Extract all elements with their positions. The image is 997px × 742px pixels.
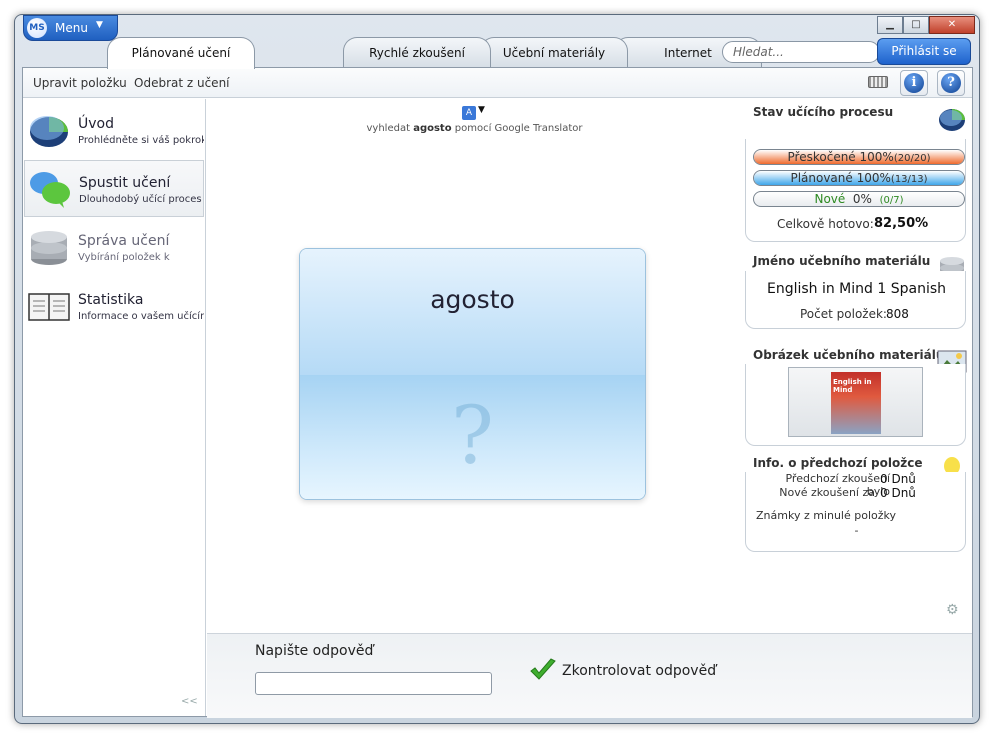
material-cover-frame: English in Mind (788, 367, 923, 437)
planned-progress: Plánované 100%(13/13) (753, 170, 965, 186)
chat-bubbles-icon (30, 172, 70, 208)
flash-card: agosto ? (299, 248, 646, 500)
collapse-sidebar-button[interactable]: << (181, 696, 198, 707)
sidebar: Úvod Prohlédněte si váš pokrok Spustit u… (23, 99, 206, 716)
material-name: English in Mind 1 Spanish (766, 281, 947, 297)
sidebar-item-manage-learning[interactable]: Správa učení Vybírání položek k (24, 219, 204, 276)
content-area: Upravit položku Odebrat z učení i ? Úvod… (22, 67, 973, 718)
check-answer-button[interactable]: Zkontrolovat odpověď (562, 663, 716, 679)
prev-test-value: 0 Dnů (880, 472, 916, 486)
image-heading: Obrázek učebního materiálu (753, 348, 945, 362)
pie-chart-icon (939, 109, 965, 131)
skipped-label: Přeskočené (787, 150, 856, 164)
sidebar-item-title: Správa učení (78, 233, 170, 249)
maximize-button[interactable]: □ (903, 16, 929, 34)
learning-pane: A ▼ vyhledat agosto pomocí Google Transl… (207, 99, 742, 633)
sidebar-item-title: Úvod (78, 116, 114, 132)
skipped-percent: 100% (859, 150, 894, 164)
previous-box: Předchozí zkoušení bylo 0 Dnů Nové zkouš… (745, 472, 966, 552)
chevron-down-icon: ▼ (96, 20, 103, 30)
translate-icon[interactable]: A (462, 106, 476, 120)
tab-label: Rychlé zkoušení (369, 46, 465, 60)
grades-value: - (854, 524, 859, 537)
close-button[interactable]: ✕ (929, 16, 975, 34)
sidebar-item-title: Spustit učení (79, 175, 171, 191)
answer-label: Napište odpověď (255, 643, 374, 659)
answer-input[interactable] (255, 672, 492, 695)
planned-label: Plánované (790, 171, 853, 185)
info-icon: i (904, 73, 924, 93)
tab-label: Internet (664, 46, 712, 60)
minimize-button[interactable]: ▁ (877, 16, 903, 34)
sidebar-item-subtitle: Informace o vašem učícím (78, 311, 204, 322)
card-word: agosto (430, 285, 515, 314)
translate-link[interactable]: vyhledat agosto pomocí Google Translator (207, 123, 742, 134)
item-count-value: 808 (886, 307, 909, 321)
material-box: English in Mind 1 Spanish Počet položek:… (745, 271, 966, 329)
new-count: (0/7) (879, 195, 904, 206)
help-button[interactable]: ? (937, 70, 965, 96)
search-input[interactable]: Hledat... (722, 41, 880, 63)
total-label: Celkově hotovo: (777, 217, 874, 231)
login-button[interactable]: Přihlásit se (877, 38, 971, 65)
info-button[interactable]: i (900, 70, 928, 96)
cover-text: English in Mind (833, 378, 872, 394)
checkmark-icon[interactable] (529, 658, 557, 682)
item-count-label: Počet položek: (800, 307, 887, 321)
next-test-label: Nové zkoušení za (779, 486, 875, 499)
previous-heading: Info. o předchozí položce (753, 456, 923, 470)
sidebar-item-subtitle: Vybírání položek k (78, 252, 170, 263)
tab-label: Učební materiály (502, 46, 606, 60)
new-label: Nové (814, 192, 846, 206)
translate-word: agosto (413, 123, 452, 134)
window-controls: ▁ □ ✕ (877, 16, 975, 36)
remove-from-learning-button[interactable]: Odebrat z učení (134, 76, 230, 90)
tab-quick-test[interactable]: Rychlé zkoušení (343, 37, 491, 68)
grades-label: Známky z minulé položky (756, 509, 897, 522)
planned-count: (13/13) (890, 174, 928, 185)
total-value: 82,50% (874, 216, 929, 231)
keyboard-icon[interactable] (868, 76, 888, 88)
app-logo: MS (27, 18, 47, 38)
book-icon (28, 293, 70, 321)
material-cover-image: English in Mind (831, 372, 881, 434)
menu-button[interactable]: MS Menu ▼ (23, 15, 118, 41)
material-heading: Jméno učebního materiálu (753, 254, 931, 268)
help-icon: ? (941, 73, 961, 93)
status-box: Přeskočené 100%(20/20) Plánované 100%(13… (745, 139, 966, 242)
sidebar-item-statistics[interactable]: Statistika Informace o vašem učícím (24, 278, 204, 335)
new-percent: 0% (852, 192, 872, 206)
translate-suffix: pomocí Google Translator (454, 123, 583, 134)
sidebar-item-subtitle: Dlouhodobý učící proces (79, 194, 202, 205)
gear-icon[interactable]: ⚙ (946, 602, 962, 618)
tab-planned-learning[interactable]: Plánované učení (107, 37, 255, 69)
sidebar-item-start-learning[interactable]: Spustit učení Dlouhodobý učící proces (24, 160, 204, 217)
translate-prefix: vyhledat (366, 123, 411, 134)
sidebar-item-title: Statistika (78, 292, 144, 308)
planned-percent: 100% (856, 171, 891, 185)
status-heading: Stav učícího procesu (753, 105, 894, 119)
sidebar-item-subtitle: Prohlédněte si váš pokrok (78, 135, 204, 146)
chevron-down-icon[interactable]: ▼ (478, 105, 485, 115)
menu-label: Menu (55, 21, 88, 35)
skipped-count: (20/20) (893, 153, 931, 164)
sidebar-item-intro[interactable]: Úvod Prohlédněte si váš pokrok (24, 102, 204, 159)
database-icon (31, 231, 67, 265)
status-panel: Stav učícího procesu Přeskočené 100%(20/… (743, 99, 972, 633)
tab-label: Plánované učení (131, 46, 231, 60)
question-mark-icon: ? (451, 389, 494, 482)
pie-chart-icon (30, 116, 68, 147)
skipped-progress: Přeskočené 100%(20/20) (753, 149, 965, 165)
toolbar: Upravit položku Odebrat z učení i ? (23, 68, 972, 98)
new-progress: Nové 0% (0/7) (753, 191, 965, 207)
tab-learning-materials[interactable]: Učební materiály (480, 37, 628, 68)
edit-item-button[interactable]: Upravit položku (33, 76, 127, 90)
answer-area: Napište odpověď Zkontrolovat odpověď (207, 633, 972, 718)
app-window: MS Menu ▼ ▁ □ ✕ Internet Učební materiál… (14, 14, 980, 724)
next-test-value: 0 Dnů (880, 486, 916, 500)
